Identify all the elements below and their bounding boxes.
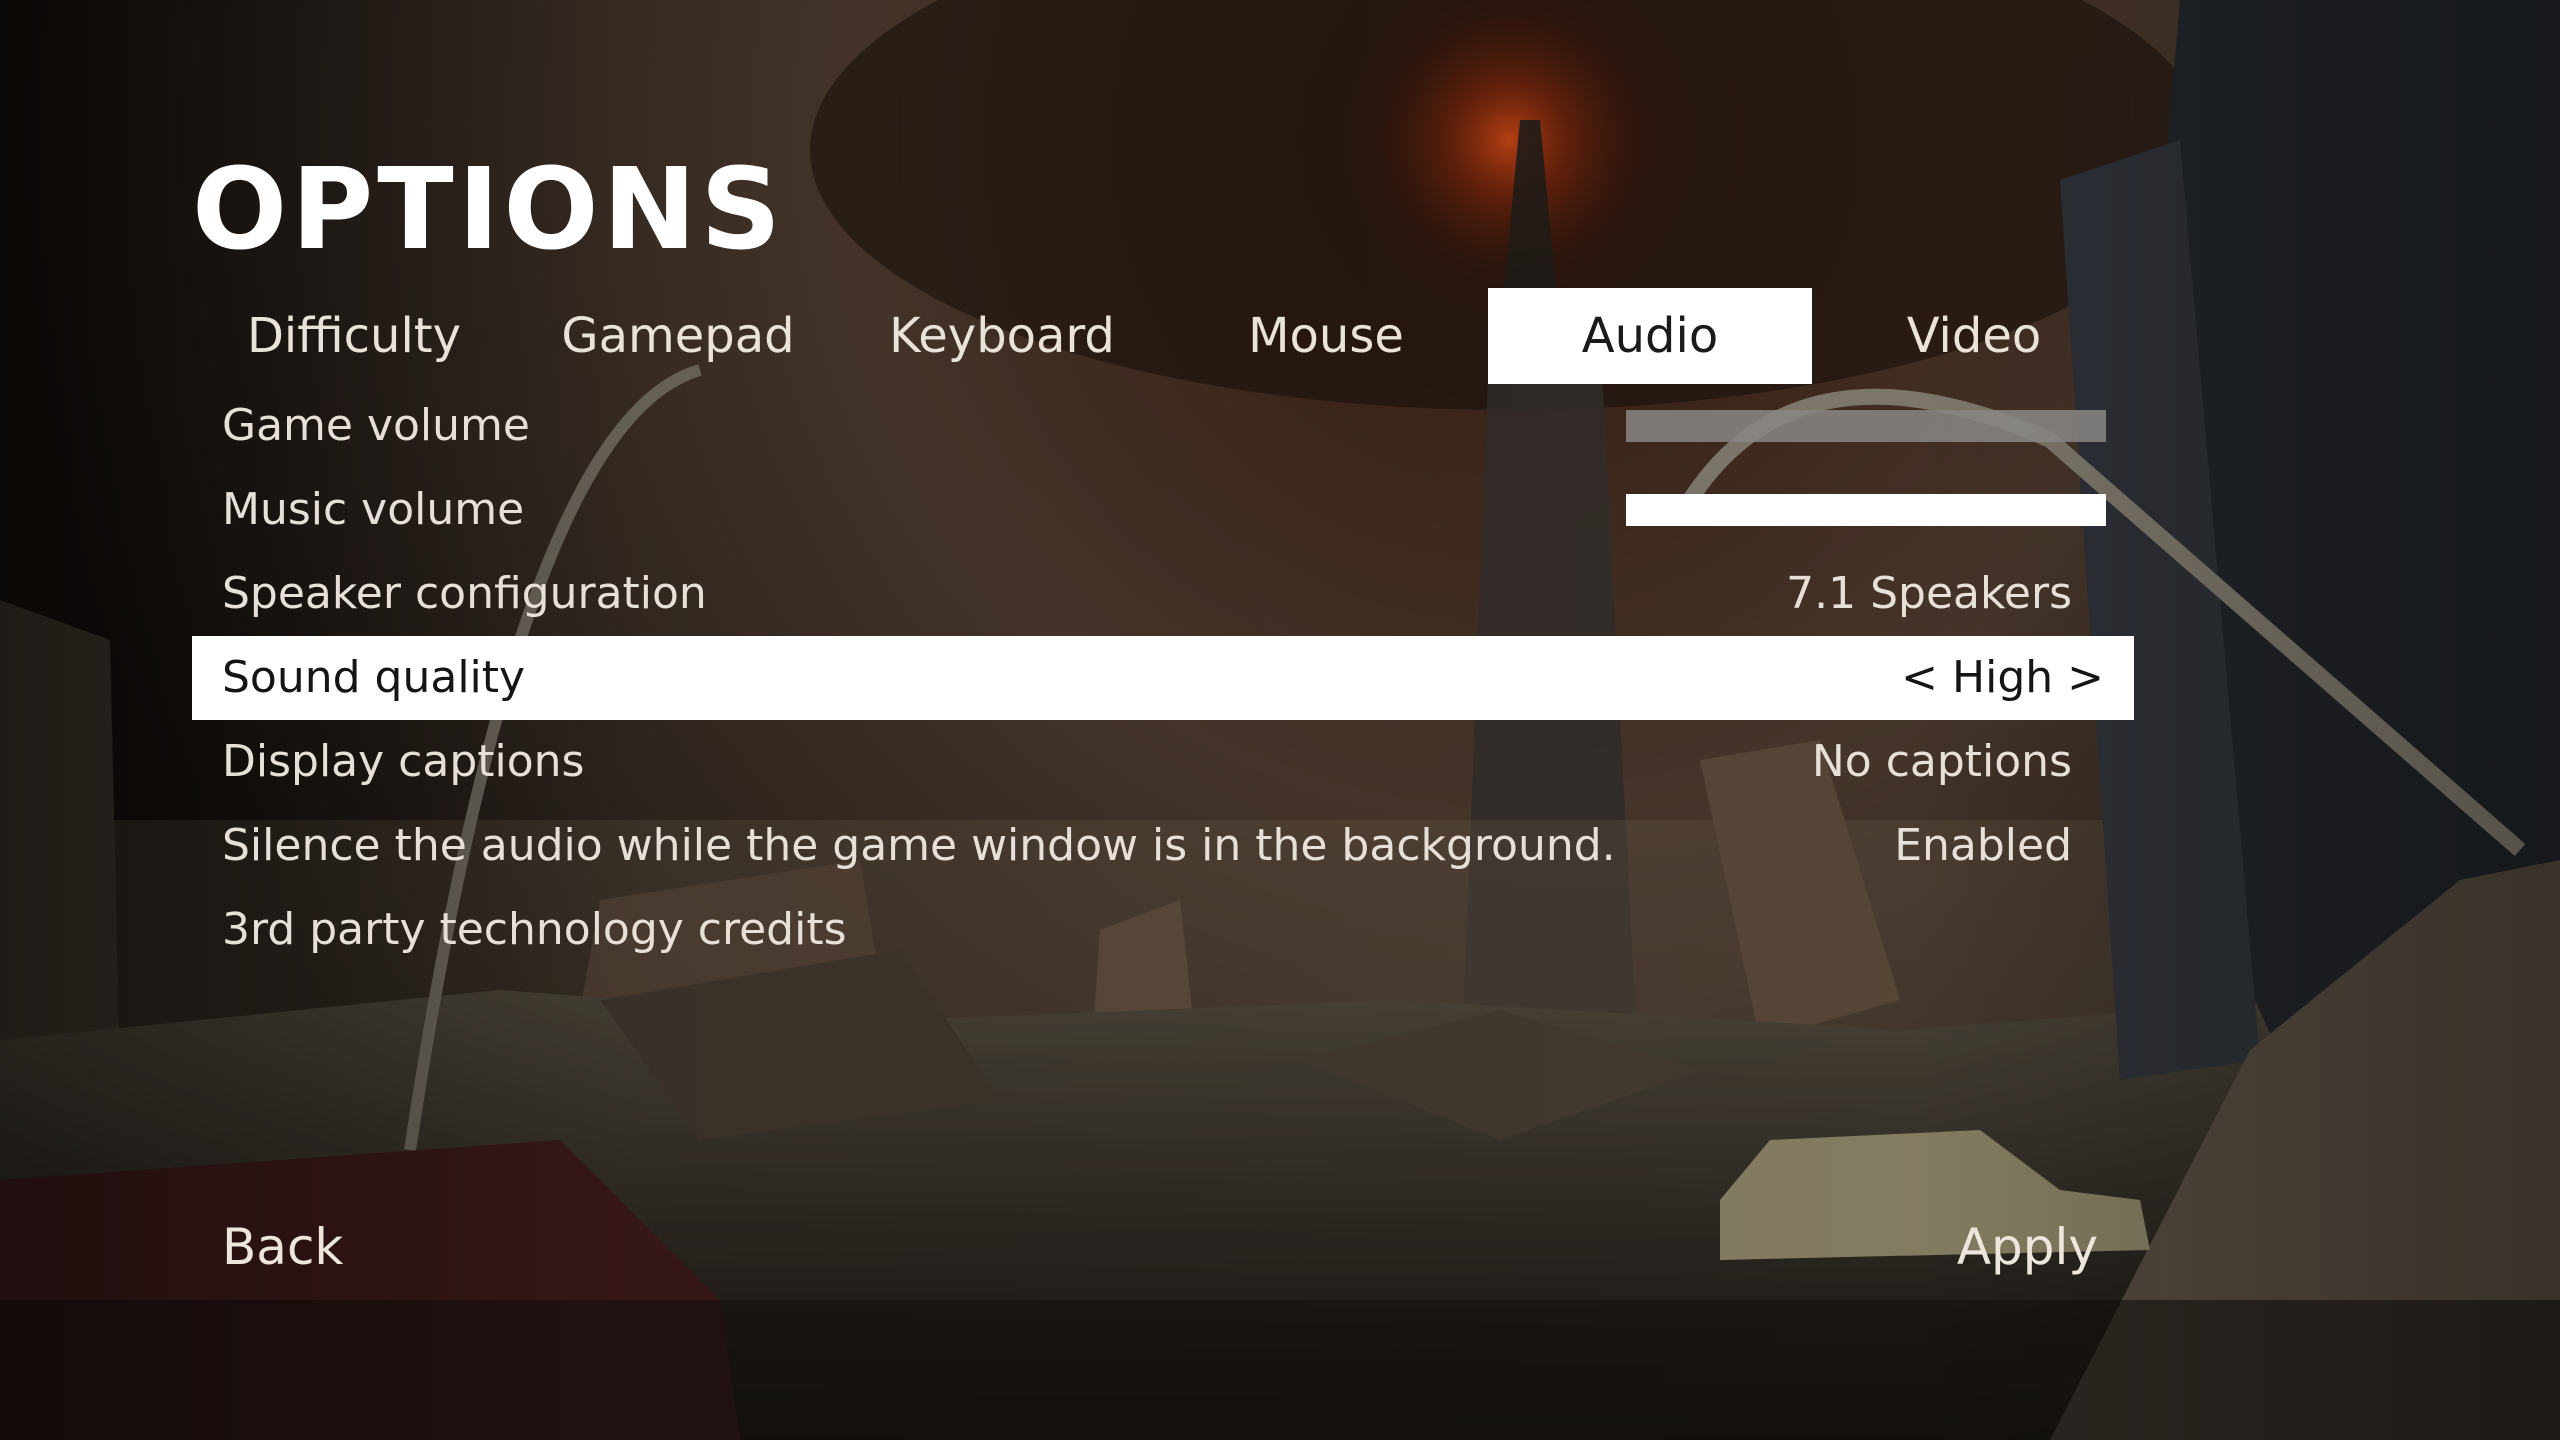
options-tabs: Difficulty Gamepad Keyboard Mouse Audio … [0,288,2560,384]
setting-label: Silence the audio while the game window … [222,820,1616,871]
options-menu: OPTIONS Difficulty Gamepad Keyboard Mous… [0,0,2560,1440]
setting-label: Speaker configuration [222,568,707,619]
setting-value: No captions [1811,736,2072,787]
setting-row-sound-quality[interactable]: Sound quality < High > [192,636,2134,720]
setting-row-credits[interactable]: 3rd party technology credits [192,888,2134,972]
tab-difficulty[interactable]: Difficulty [192,288,516,384]
setting-label: 3rd party technology credits [222,904,847,955]
setting-label: Sound quality [222,652,526,703]
music-volume-slider-fill [1626,494,2106,526]
game-volume-slider-fill [1626,410,2106,442]
page-title: OPTIONS [192,145,785,275]
tab-audio[interactable]: Audio [1488,288,1812,384]
tab-video[interactable]: Video [1812,288,2136,384]
apply-button[interactable]: Apply [1957,1212,2098,1282]
back-button[interactable]: Back [222,1212,343,1282]
setting-row-silence-background[interactable]: Silence the audio while the game window … [192,804,2134,888]
game-volume-slider[interactable] [1626,410,2106,442]
setting-label: Game volume [222,400,530,451]
sound-quality-selector[interactable]: < High > [1901,636,2104,720]
setting-value: 7.1 Speakers [1786,568,2072,619]
setting-value: Enabled [1894,820,2072,871]
setting-label: Music volume [222,484,525,535]
setting-label: Display captions [222,736,585,787]
tab-gamepad[interactable]: Gamepad [516,288,840,384]
tab-mouse[interactable]: Mouse [1164,288,1488,384]
music-volume-slider[interactable] [1626,494,2106,526]
tab-keyboard[interactable]: Keyboard [840,288,1164,384]
setting-row-speaker-configuration[interactable]: Speaker configuration 7.1 Speakers [192,552,2134,636]
setting-row-display-captions[interactable]: Display captions No captions [192,720,2134,804]
